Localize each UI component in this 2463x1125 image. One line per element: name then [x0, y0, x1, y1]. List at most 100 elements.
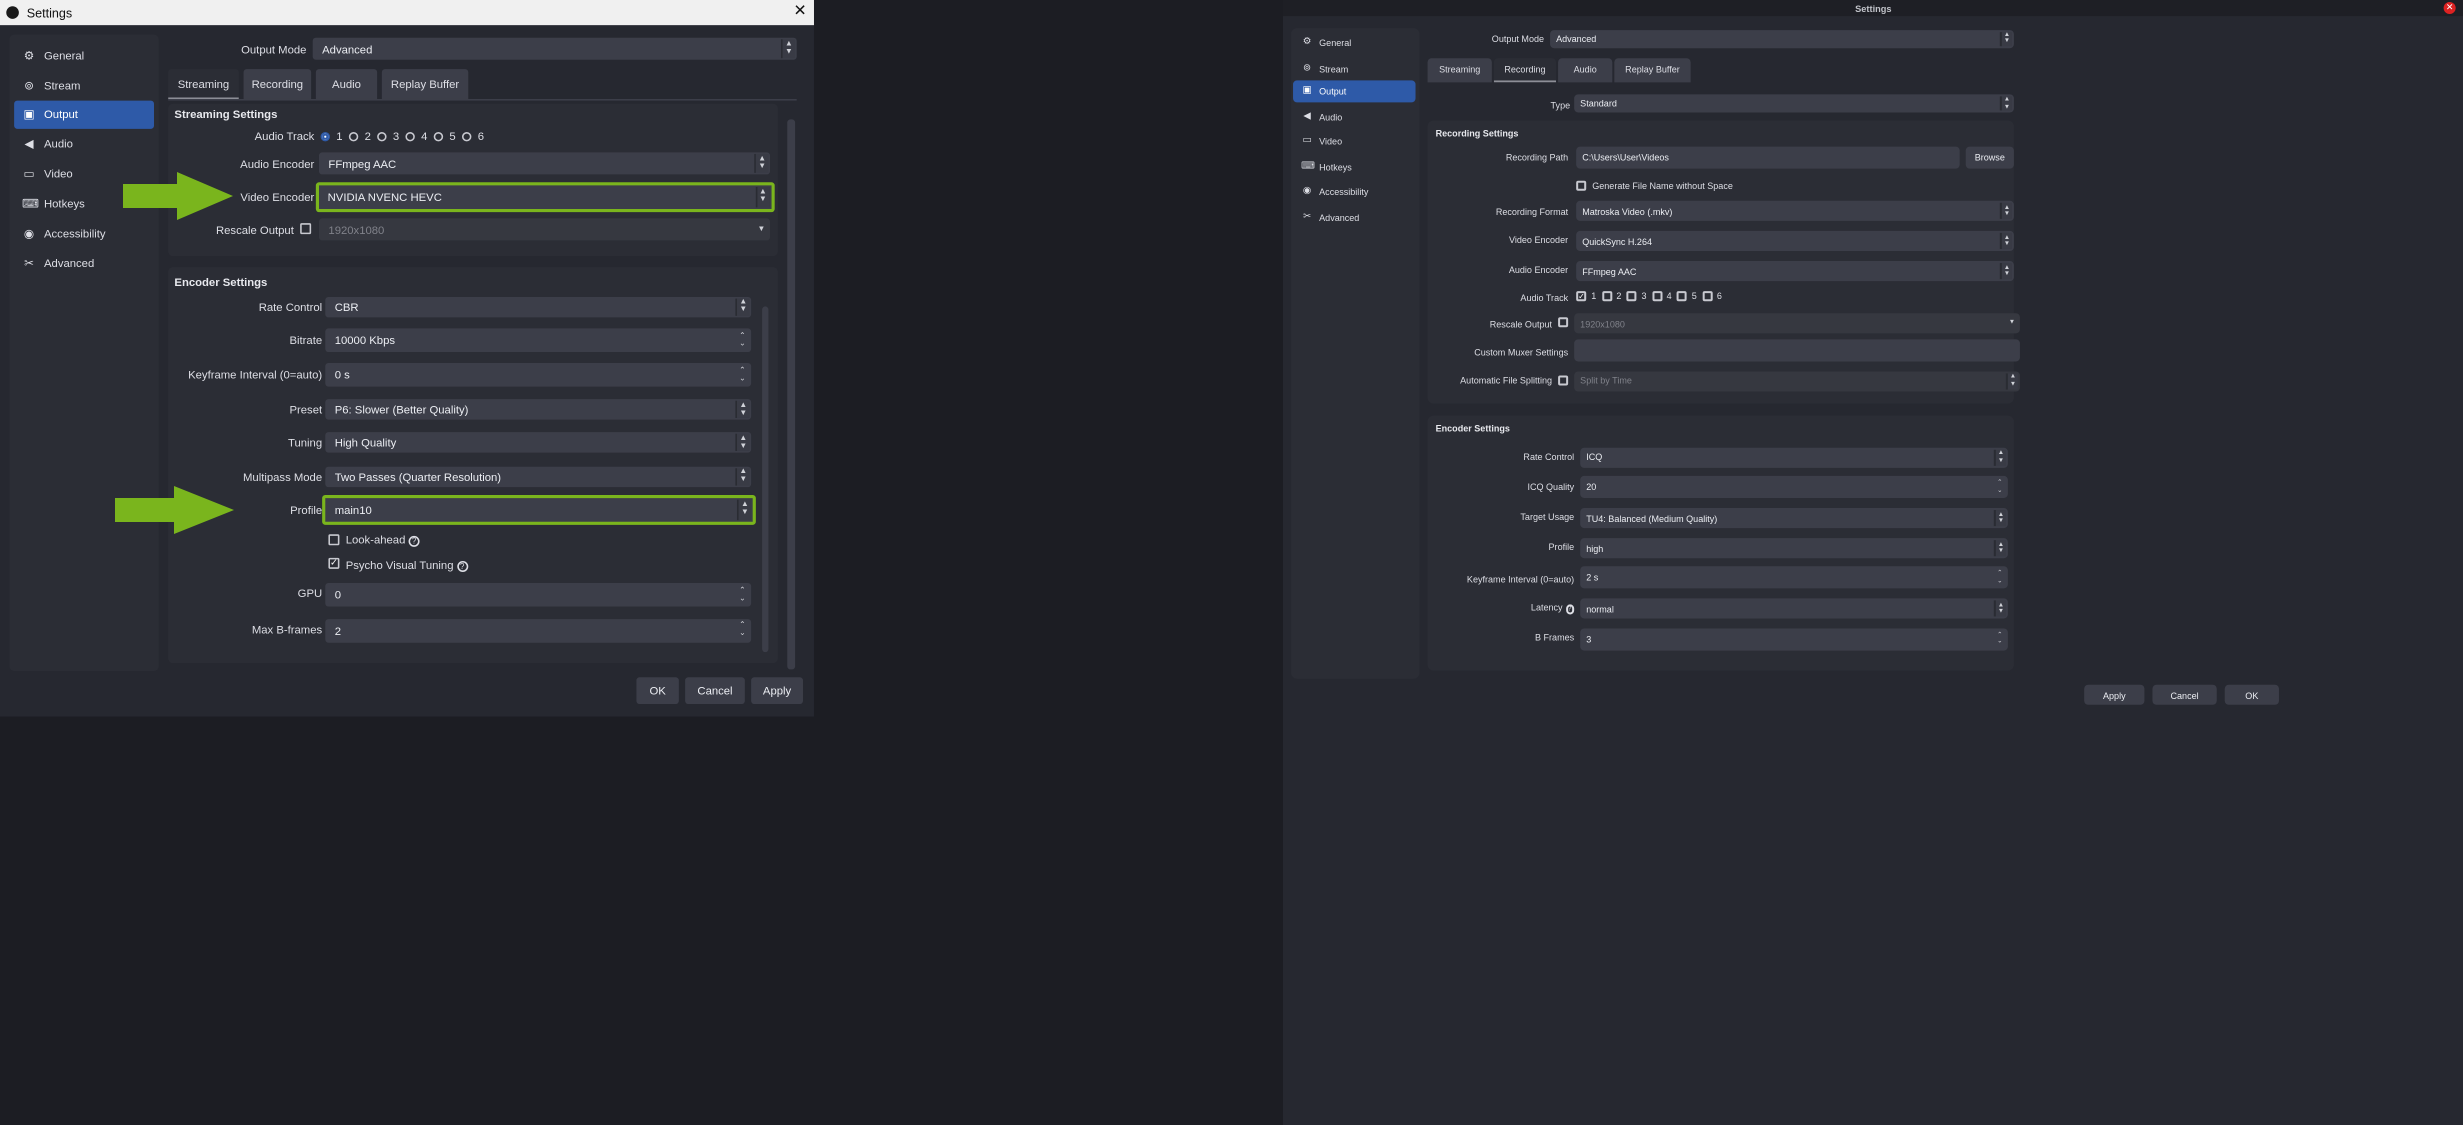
tab-recording[interactable]: Recording: [243, 69, 312, 99]
target-usage-select[interactable]: TU4: Balanced (Medium Quality) ▲ ▼: [1580, 508, 2008, 529]
tab-streaming[interactable]: Streaming: [1427, 57, 1492, 82]
apply-button[interactable]: Apply: [751, 677, 803, 704]
type-select[interactable]: Standard ▲ ▼: [1574, 94, 2014, 113]
spin-arrows-icon[interactable]: ⌃ ⌄: [735, 585, 749, 605]
custom-muxer-input[interactable]: [1574, 339, 2020, 362]
close-icon[interactable]: ✕: [794, 2, 807, 19]
latency-select[interactable]: normal ▲ ▼: [1580, 598, 2008, 619]
rescale-output-checkbox[interactable]: [1558, 317, 1569, 328]
audio-track-checkbox-1[interactable]: ✓: [1576, 290, 1587, 301]
rate-control-label: Rate Control: [258, 300, 323, 315]
video-encoder-select[interactable]: NVIDIA NVENC HEVC ▲ ▼: [315, 181, 774, 212]
preset-select[interactable]: P6: Slower (Better Quality) ▲ ▼: [325, 399, 752, 420]
rescale-output-select[interactable]: 1920x1080 ▼: [1574, 313, 2020, 334]
audio-track-checkbox-5[interactable]: [1676, 290, 1687, 301]
cancel-button[interactable]: Cancel: [685, 677, 745, 704]
sidebar-item-output[interactable]: ▣ Output: [14, 99, 154, 129]
tab-audio[interactable]: Audio: [315, 69, 378, 99]
close-icon[interactable]: ✕: [2443, 1, 2456, 14]
audio-track-checkbox-6[interactable]: [1701, 290, 1712, 301]
sidebar-item-accessibility[interactable]: ◉ Accessibility: [14, 219, 154, 247]
icq-quality-spinbox[interactable]: 20 ⌃ ⌄: [1580, 475, 2008, 498]
spin-arrows-icon[interactable]: ⌃ ⌄: [735, 365, 749, 385]
rate-control-select[interactable]: CBR ▲ ▼: [325, 296, 752, 317]
ok-button[interactable]: OK: [636, 677, 679, 704]
sidebar: ⚙ General ⊚ Stream ▣ Output ◀ Audio ▭ Video ⌨…: [1291, 28, 1420, 679]
audio-encoder-select[interactable]: FFmpeg AAC ▲ ▼: [318, 152, 770, 175]
sidebar-item-audio[interactable]: ◀ Audio: [1293, 106, 1415, 128]
psycho-visual-tuning-checkbox[interactable]: ✓: [328, 557, 340, 569]
recording-format-select[interactable]: Matroska Video (.mkv) ▲ ▼: [1576, 200, 2014, 221]
keyframe-interval-spinbox[interactable]: 0 s ⌃ ⌄: [325, 362, 752, 387]
encoder-scrollbar[interactable]: [762, 306, 769, 653]
generate-filename-label: Generate File Name without Space: [1592, 180, 1733, 191]
auto-split-select[interactable]: Split by Time ▲ ▼: [1574, 370, 2020, 391]
video-encoder-value: QuickSync H.264: [1582, 235, 1653, 246]
rate-control-select[interactable]: ICQ ▲ ▼: [1580, 446, 2008, 467]
tab-audio[interactable]: Audio: [1558, 57, 1613, 82]
sidebar-item-audio[interactable]: ◀ Audio: [14, 130, 154, 158]
audio-track-radio-5[interactable]: [433, 131, 444, 141]
spin-arrows-icon[interactable]: ⌃ ⌄: [1994, 630, 2006, 648]
video-encoder-select[interactable]: QuickSync H.264 ▲ ▼: [1576, 230, 2014, 251]
max-b-frames-spinbox[interactable]: 2 ⌃ ⌄: [325, 618, 752, 642]
tab-recording[interactable]: Recording: [1493, 57, 1557, 82]
sidebar-item-general[interactable]: ⚙ General: [1293, 32, 1415, 54]
browse-button[interactable]: Browse: [1965, 146, 2014, 169]
output-mode-select[interactable]: Advanced ▲ ▼: [1550, 29, 2014, 48]
sidebar-item-hotkeys[interactable]: ⌨ Hotkeys: [1293, 156, 1415, 178]
b-frames-spinbox[interactable]: 3 ⌃ ⌄: [1580, 627, 2008, 650]
help-icon[interactable]: ?: [408, 535, 420, 547]
audio-track-checkbox-3[interactable]: [1626, 290, 1637, 301]
sidebar-item-stream[interactable]: ⊚ Stream: [14, 71, 154, 99]
audio-track-label: Audio Track: [254, 128, 315, 143]
profile-select[interactable]: main10 ▲ ▼: [322, 494, 756, 525]
cancel-button[interactable]: Cancel: [2152, 684, 2217, 705]
gpu-label: GPU: [297, 586, 323, 601]
help-icon[interactable]: ?: [456, 560, 468, 572]
audio-track-radios: 1 2 3 4 5 6: [320, 129, 484, 143]
latency-value: normal: [1586, 603, 1614, 614]
main-scrollbar[interactable]: [787, 119, 796, 670]
sidebar-item-stream[interactable]: ⊚ Stream: [1293, 57, 1415, 79]
tab-streaming[interactable]: Streaming: [168, 69, 239, 99]
audio-track-checkbox-4[interactable]: [1651, 290, 1662, 301]
look-ahead-checkbox[interactable]: [328, 533, 340, 545]
video-encoder-label: Video Encoder: [1508, 234, 1569, 245]
audio-encoder-select[interactable]: FFmpeg AAC ▲ ▼: [1576, 261, 2014, 282]
spin-arrows-icon[interactable]: ⌃ ⌄: [735, 330, 749, 350]
sidebar-item-advanced[interactable]: ✂ Advanced: [14, 249, 154, 277]
recording-path-input[interactable]: C:\Users\User\Videos: [1576, 146, 1960, 169]
spin-arrows-icon[interactable]: ⌃ ⌄: [1994, 478, 2006, 496]
audio-track-radio-2[interactable]: [348, 131, 359, 141]
generate-filename-checkbox[interactable]: [1576, 179, 1587, 190]
apply-button[interactable]: Apply: [2084, 684, 2145, 705]
audio-track-radio-6[interactable]: [461, 131, 472, 141]
audio-track-checkbox-2[interactable]: [1601, 290, 1612, 301]
multipass-mode-select[interactable]: Two Passes (Quarter Resolution) ▲ ▼: [325, 465, 752, 487]
ok-button[interactable]: OK: [2224, 684, 2279, 705]
sidebar-item-output[interactable]: ▣ Output: [1293, 80, 1416, 103]
rescale-output-select[interactable]: 1920x1080 ▼: [318, 218, 770, 241]
keyframe-interval-spinbox[interactable]: 2 s ⌃ ⌄: [1580, 566, 2008, 589]
spin-arrows-icon[interactable]: ⌃ ⌄: [735, 620, 749, 640]
tuning-select[interactable]: High Quality ▲ ▼: [325, 432, 752, 453]
output-mode-select[interactable]: Advanced ▲ ▼: [312, 37, 797, 60]
sidebar-item-accessibility[interactable]: ◉ Accessibility: [1293, 181, 1415, 203]
recording-path-value: C:\Users\User\Videos: [1582, 152, 1669, 163]
sidebar-item-advanced[interactable]: ✂ Advanced: [1293, 206, 1415, 228]
sidebar-item-general[interactable]: ⚙ General: [14, 41, 154, 69]
audio-track-radio-1[interactable]: [320, 131, 330, 141]
sidebar-item-video[interactable]: ▭ Video: [1293, 131, 1415, 153]
profile-select[interactable]: high ▲ ▼: [1580, 538, 2008, 559]
tab-replay-buffer[interactable]: Replay Buffer: [1614, 57, 1691, 82]
spin-arrows-icon[interactable]: ⌃ ⌄: [1994, 568, 2006, 586]
tab-replay-buffer[interactable]: Replay Buffer: [381, 69, 469, 99]
bitrate-spinbox[interactable]: 10000 Kbps ⌃ ⌄: [325, 328, 752, 352]
auto-split-checkbox[interactable]: [1558, 374, 1569, 385]
rescale-output-checkbox[interactable]: [300, 223, 312, 235]
help-icon[interactable]: ?: [1565, 604, 1575, 614]
audio-track-radio-4[interactable]: [405, 131, 415, 141]
gpu-spinbox[interactable]: 0 ⌃ ⌄: [325, 582, 752, 607]
audio-track-radio-3[interactable]: [377, 131, 387, 141]
